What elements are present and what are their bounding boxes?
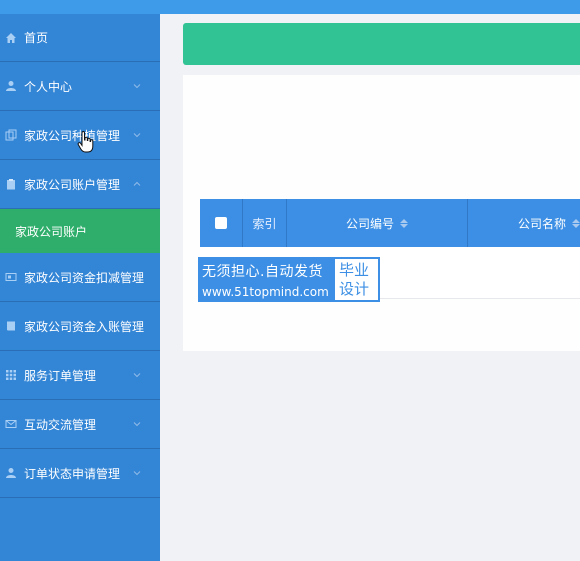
- sidebar-item-label: 互动交流管理: [24, 417, 97, 432]
- home-icon: [4, 31, 18, 45]
- watermark-text-block: 无须担心.自动发货 www.51topmind.com: [198, 257, 333, 302]
- sidebar-item-label: 首页: [24, 31, 49, 45]
- sidebar-item-fund-income[interactable]: 家政公司资金入账管理: [0, 302, 160, 351]
- sidebar-item-label: 家政公司资金扣减管理: [24, 270, 145, 285]
- sidebar-item-company-account[interactable]: 家政公司账户管理: [0, 160, 160, 209]
- chevron-down-icon: [133, 471, 141, 476]
- watermark-line1: 无须担心.自动发货: [202, 264, 323, 280]
- chevron-down-icon: [133, 324, 141, 329]
- select-all-checkbox[interactable]: [215, 217, 227, 229]
- content-header-bar: [183, 23, 580, 65]
- chevron-down-icon: [133, 373, 141, 378]
- sort-icon[interactable]: [572, 218, 580, 228]
- column-header-code-label: 公司编号: [345, 216, 394, 231]
- column-header-code[interactable]: 公司编号: [287, 199, 468, 247]
- sidebar-item-label: 服务订单管理: [24, 368, 97, 383]
- sidebar-item-label: 家政公司种植管理: [24, 128, 121, 143]
- watermark: 无须担心.自动发货 www.51topmind.com 毕业 设计: [198, 257, 380, 302]
- hand-cursor-icon: [77, 131, 94, 153]
- chevron-down-icon: [133, 275, 141, 280]
- sidebar-item-label: 家政公司资金入账管理: [24, 319, 145, 334]
- select-all-cell: [200, 199, 243, 247]
- sidebar: 首页 个人中心 家政公司种植管理 家政公司账户管理 家政公司账户 家政公司资金扣…: [0, 14, 160, 561]
- watermark-line2: www.51topmind.com: [202, 285, 329, 299]
- sidebar-item-order-status[interactable]: 订单状态申请管理: [0, 449, 160, 498]
- sidebar-item-label: 个人中心: [24, 79, 73, 94]
- grid-icon: [4, 368, 18, 382]
- chevron-up-icon: [133, 181, 141, 186]
- watermark-badge-line: 设计: [339, 280, 370, 298]
- submenu-item-label: 家政公司账户: [15, 224, 88, 239]
- top-bar: [0, 0, 580, 14]
- user-icon: [4, 466, 18, 480]
- column-header-name[interactable]: 公司名称: [468, 199, 580, 247]
- table-header: 索引 公司编号 公司名称: [200, 199, 580, 247]
- mail-icon: [4, 417, 18, 431]
- sidebar-item-profile[interactable]: 个人中心: [0, 62, 160, 111]
- copy-icon: [4, 128, 18, 142]
- column-header-index-label: 索引: [252, 216, 277, 231]
- sidebar-item-fund-deduct[interactable]: 家政公司资金扣减管理: [0, 253, 160, 302]
- sort-icon[interactable]: [400, 218, 408, 228]
- column-header-name-label: 公司名称: [517, 216, 566, 231]
- wallet-icon: [4, 270, 18, 284]
- sidebar-item-home[interactable]: 首页: [0, 14, 160, 62]
- sidebar-item-label: 家政公司账户管理: [24, 177, 121, 192]
- watermark-badge: 毕业 设计: [333, 257, 380, 302]
- chevron-down-icon: [133, 133, 141, 138]
- chevron-down-icon: [133, 422, 141, 427]
- submenu-item-company-account[interactable]: 家政公司账户: [0, 209, 160, 253]
- sidebar-item-interaction[interactable]: 互动交流管理: [0, 400, 160, 449]
- chevron-down-icon: [133, 84, 141, 89]
- sidebar-item-service-orders[interactable]: 服务订单管理: [0, 351, 160, 400]
- watermark-badge-line: 毕业: [339, 261, 370, 279]
- book-icon: [4, 319, 18, 333]
- sidebar-item-label: 订单状态申请管理: [24, 466, 121, 481]
- user-icon: [4, 79, 18, 93]
- column-header-index: 索引: [243, 199, 287, 247]
- clipboard-icon: [4, 177, 18, 191]
